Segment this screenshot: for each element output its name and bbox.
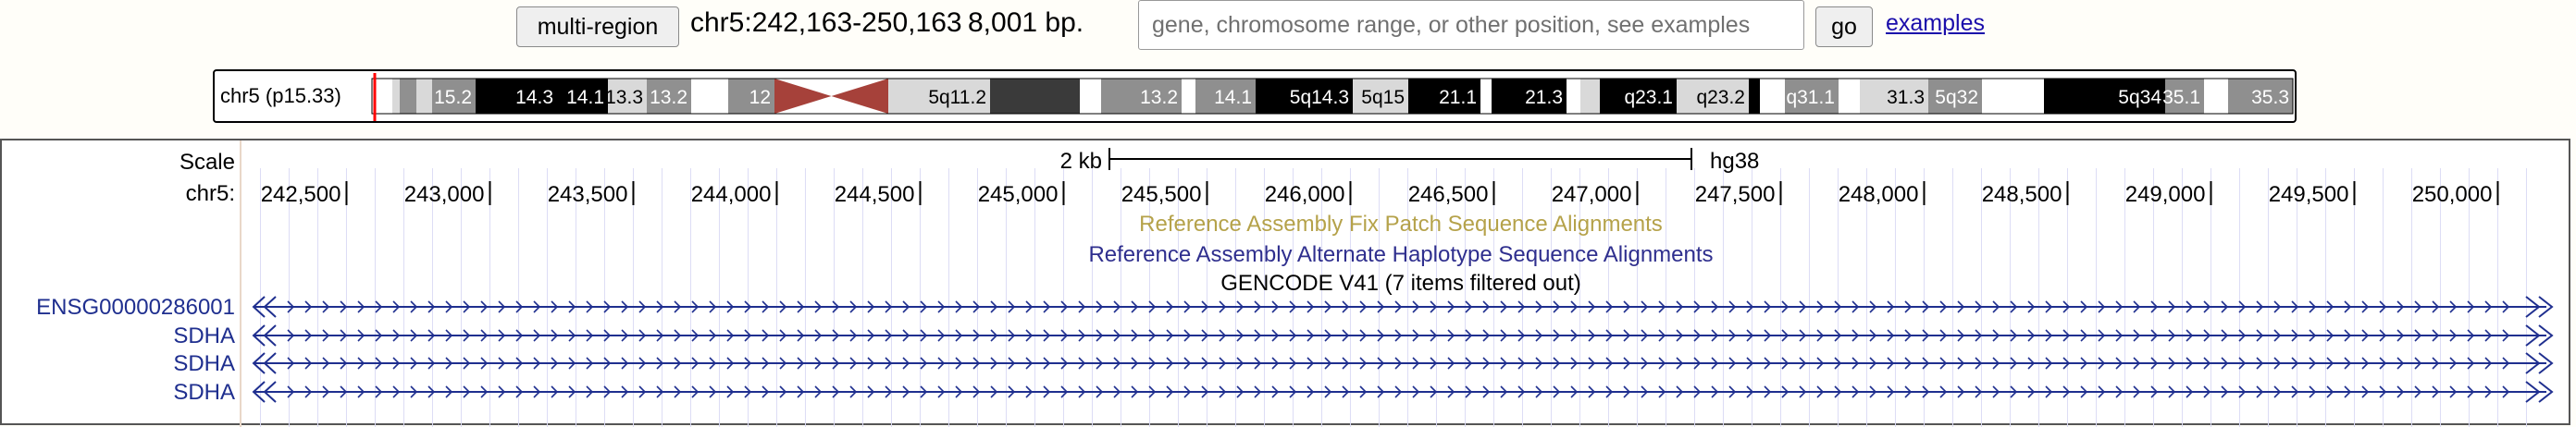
ruler-tick-label: 245,000 [978,182,1059,207]
scale-label: Scale [180,150,235,175]
chrom-label: chr5: [186,181,235,206]
band-label: 5q15 [1361,87,1405,108]
gencode-track-title[interactable]: GENCODE V41 (7 items filtered out) [1220,271,1580,296]
search-input[interactable] [1138,0,1804,50]
ruler-tick-label: 243,000 [404,182,485,207]
band-label: 21.1 [1439,87,1477,108]
ruler-tick-label: 247,000 [1552,182,1632,207]
band-label: 15.2 [434,87,472,108]
gene-label[interactable]: SDHA [173,351,235,376]
band-label: 35.1 [2162,87,2200,108]
band-label: 13.2 [1140,87,1178,108]
band-label: 12 [749,87,771,108]
examples-link[interactable]: examples [1886,10,1985,37]
ruler-tick-label: 242,500 [261,182,341,207]
scale-bar-label: 2 kb [1060,149,1102,174]
band-label: 31.3 [1887,87,1925,108]
go-button[interactable]: go [1815,6,1873,47]
ruler-tick-label: 248,500 [1982,182,2062,207]
chromosome-ideogram[interactable]: chr5 (p15.33) 15.2 14.3 14.1 13.3 13.2 12 5q11… [213,69,2297,123]
alt-haplotype-track-title[interactable]: Reference Assembly Alternate Haplotype S… [1088,242,1713,267]
position-display: chr5:242,163-250,163 [690,7,962,38]
band-label: q23.1 [1624,87,1673,108]
track-panel[interactable]: Scale chr5: 2 kb hg38 242,500 243,000 243,500 2… [0,139,2572,427]
chromosome-band [400,79,416,114]
ruler-tick-label: 245,500 [1121,182,1202,207]
ruler-tick-label: 246,000 [1265,182,1345,207]
chromosome-band [416,79,432,114]
region-size: 8,001 bp. [968,7,1084,38]
ruler-tick-label: 250,000 [2412,182,2493,207]
ideogram-bands[interactable]: 15.2 14.3 14.1 13.3 13.2 12 5q11.2 13.2 14.1 5q14… [215,71,2298,125]
band-label: 21.3 [1525,87,1563,108]
ruler-tick-label: 246,500 [1408,182,1489,207]
band-label: q31.1 [1786,87,1835,108]
chromosome-band [1982,79,2044,114]
gene-label[interactable]: SDHA [173,380,235,405]
centromere-p [774,79,832,114]
ruler-tick-label: 244,000 [691,182,772,207]
chromosome-band [691,79,728,114]
navigation-bar: multi-region chr5:242,163-250,163 8,001 … [0,0,2576,55]
band-label: 14.3 [515,87,553,108]
multi-region-button[interactable]: multi-region [516,6,679,47]
track-image[interactable]: Scale chr5: 2 kb hg38 242,500 243,000 243,500 2… [2,140,2572,427]
chromosome-band [990,79,1080,114]
band-label: 13.3 [605,87,643,108]
ruler-tick-label: 244,500 [835,182,915,207]
band-label: 5q34 [2118,87,2161,108]
band-label: 5q32 [1935,87,1978,108]
chromosome-band [392,79,400,114]
chromosome-band [1839,79,1860,114]
assembly-label: hg38 [1710,149,1759,174]
gene-label[interactable]: SDHA [173,323,235,348]
chromosome-band [2044,79,2076,114]
chromosome-band [1580,79,1600,114]
centromere-q [831,79,888,114]
band-label: 5q14.3 [1290,87,1349,108]
ruler-tick-label: 249,000 [2125,182,2206,207]
ruler-tick-label: 243,500 [548,182,628,207]
ruler-tick-label: 247,500 [1695,182,1776,207]
band-label: 35.3 [2251,87,2289,108]
band-label: 14.1 [566,87,604,108]
band-label: 14.1 [1214,87,1252,108]
chromosome-band [1567,79,1580,114]
chromosome-band [2204,79,2228,114]
band-label: 13.2 [650,87,687,108]
band-label: 5q11.2 [928,87,986,108]
chromosome-band [1101,79,1119,114]
band-label: q23.2 [1696,87,1745,108]
chromosome-band [1182,79,1195,114]
fix-patch-track-title[interactable]: Reference Assembly Fix Patch Sequence Al… [1139,212,1663,237]
chromosome-band [1760,79,1785,114]
chromosome-band [1480,79,1492,114]
ruler-tick-label: 248,000 [1839,182,1919,207]
gene-label[interactable]: ENSG00000286001 [36,295,235,320]
chromosome-band [1749,79,1760,114]
chromosome-band [1080,79,1101,114]
ruler-tick-label: 249,500 [2269,182,2349,207]
